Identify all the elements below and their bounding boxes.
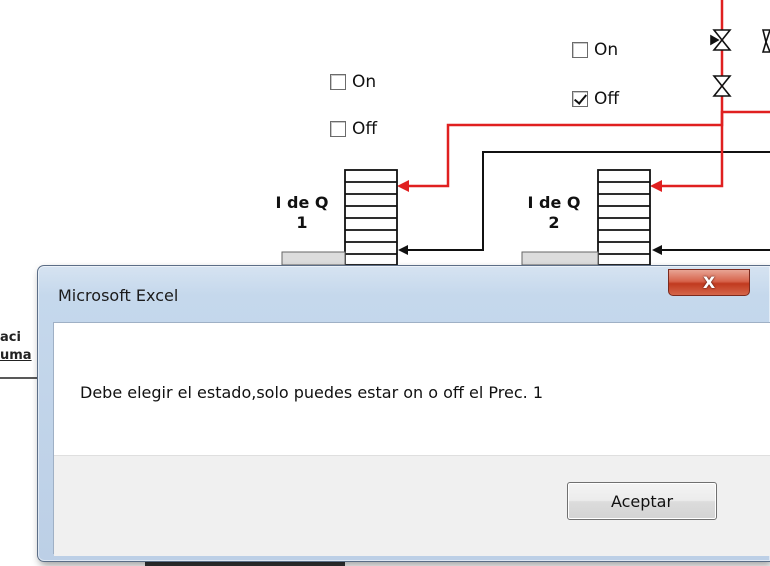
checkbox-off-2[interactable]: Off: [572, 89, 619, 109]
unit-number: 1: [296, 213, 308, 232]
dialog-title: Microsoft Excel: [58, 286, 179, 305]
red-pipe-1: [405, 110, 770, 188]
dialog-content: Debe elegir el estado,solo puedes estar …: [53, 322, 770, 556]
ok-button[interactable]: Aceptar: [567, 482, 717, 520]
red-arrow-1: [397, 180, 409, 192]
unit-name: I de Q: [275, 193, 329, 212]
base-2: [521, 251, 599, 266]
arrow-head-2: [652, 245, 662, 255]
tank-1: [344, 169, 398, 266]
checkbox-label: Off: [352, 119, 378, 139]
red-arrow-2: [650, 180, 662, 192]
checkbox-label: Off: [594, 89, 620, 109]
dialog-footer: Aceptar: [54, 455, 770, 556]
unit-number: 2: [548, 213, 560, 232]
checkbox-box[interactable]: [330, 121, 346, 137]
message-dialog: Microsoft Excel X Debe elegir el estado,…: [37, 265, 770, 562]
checkbox-label: On: [352, 72, 377, 92]
dialog-message: Debe elegir el estado,solo puedes estar …: [80, 383, 543, 402]
close-button[interactable]: X: [668, 269, 750, 296]
checkbox-box-checked[interactable]: [572, 91, 588, 107]
checkbox-box[interactable]: [330, 74, 346, 90]
valve-icon: [710, 29, 770, 97]
side-text-2: uma: [0, 348, 32, 363]
side-text-1: aci: [0, 330, 21, 345]
checkbox-on-2[interactable]: On: [572, 40, 618, 60]
checkbox-off-1[interactable]: Off: [330, 119, 377, 139]
unit-label-2: I de Q 2: [514, 193, 594, 233]
tank-2: [597, 169, 651, 266]
close-icon: X: [702, 273, 716, 292]
unit-label-1: I de Q 1: [262, 193, 342, 233]
red-pipe-2: [655, 0, 724, 188]
unit-name: I de Q: [527, 193, 581, 212]
checkbox-on-1[interactable]: On: [330, 72, 376, 92]
checkbox-box[interactable]: [572, 42, 588, 58]
arrow-head-1: [398, 245, 408, 255]
base-1: [281, 251, 346, 266]
checkbox-label: On: [594, 40, 619, 60]
